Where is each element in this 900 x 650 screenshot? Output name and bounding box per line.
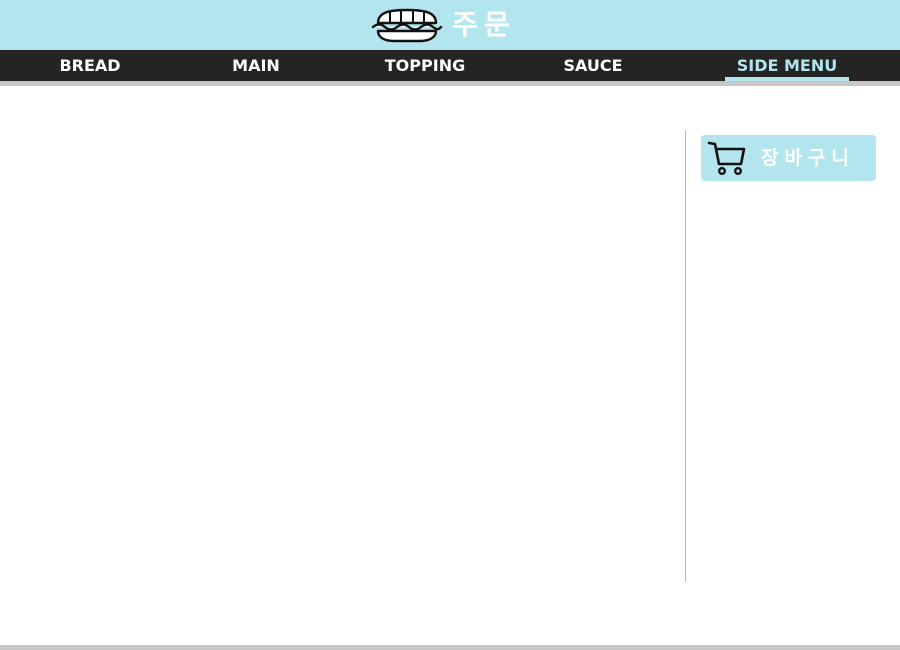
tab-topping[interactable]: TOPPING <box>370 50 480 81</box>
sandwich-icon <box>370 6 444 44</box>
sidebar-divider <box>685 131 686 581</box>
cart-button[interactable]: 장바구니 <box>701 135 876 181</box>
page-title: 주문 <box>452 8 516 41</box>
shopping-cart-icon <box>707 140 747 176</box>
tab-side-menu[interactable]: SIDE MENU <box>725 50 849 81</box>
cart-button-label: 장바구니 <box>761 147 855 169</box>
tab-sauce[interactable]: SAUCE <box>545 50 641 81</box>
menu-content-area <box>0 86 685 646</box>
header-bar: 주문 <box>0 0 900 50</box>
tab-main[interactable]: MAIN <box>208 50 304 81</box>
header-title-group: 주문 <box>370 6 516 44</box>
category-nav: BREAD MAIN TOPPING SAUCE SIDE MENU <box>0 50 900 81</box>
footer-divider <box>0 645 900 650</box>
tab-bread[interactable]: BREAD <box>42 50 138 81</box>
